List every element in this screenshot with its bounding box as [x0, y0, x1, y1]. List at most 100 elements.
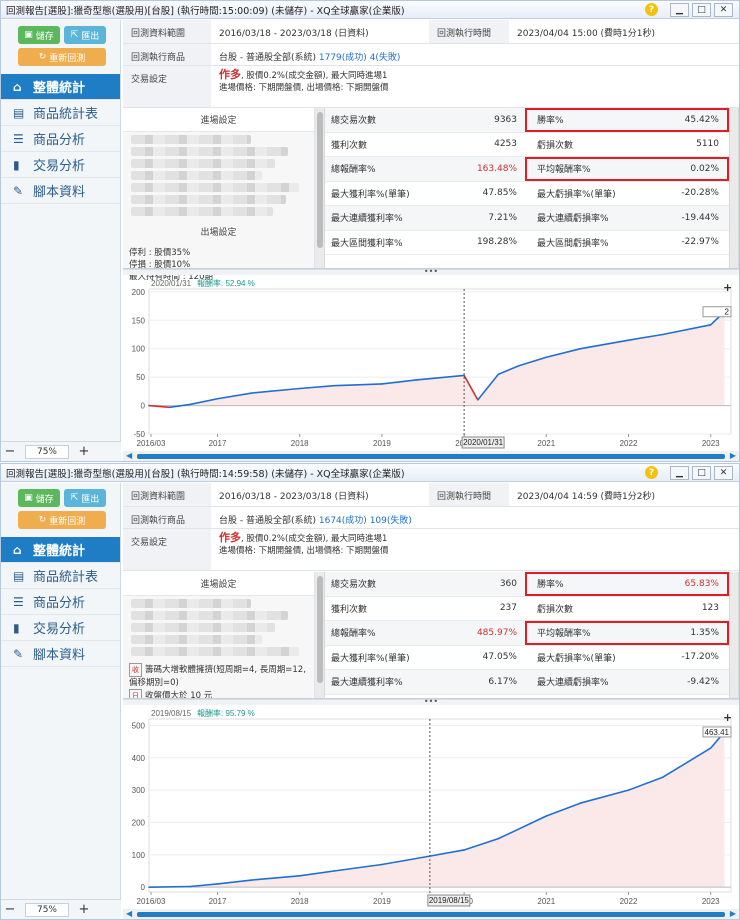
scroll-thumb[interactable]: [317, 112, 323, 248]
nav-product-analysis[interactable]: ☰ 商品分析: [1, 589, 120, 615]
range-label: 回測資料範圍: [123, 483, 211, 506]
close-button[interactable]: ✕: [714, 2, 733, 17]
nav-trade-analysis[interactable]: ▮ 交易分析: [1, 615, 120, 641]
stat-value-total_return: 485.97%: [476, 627, 517, 638]
nav-product-analysis[interactable]: ☰ 商品分析: [1, 126, 120, 152]
crosshair-return-label: 報酬率: 52.94 %: [197, 278, 255, 288]
stat-label-total_return: 總報酬率%: [331, 629, 376, 640]
nav-overall-stats[interactable]: ⌂ 整體統計: [1, 74, 120, 100]
entry-condition: 收籌碼大增軟體擁擠(短周期=4, 長周期=12, 偏移期別=0): [129, 663, 306, 688]
minimize-button[interactable]: ▁: [670, 2, 689, 17]
range-value: 2016/03/18 - 2023/03/18 (日資料): [219, 29, 369, 39]
products-fail[interactable]: 109(失敗): [370, 516, 412, 526]
stat-value-win_count: 4253: [494, 139, 517, 150]
setup-scrollbar[interactable]: [315, 572, 325, 698]
maximize-button[interactable]: □: [692, 465, 711, 480]
save-button[interactable]: ▣ 儲存: [18, 489, 60, 507]
window-titlebar: 回測報告[選股]:獵奇型態(選股用)[台股] (執行時間:15:00:09) (…: [1, 1, 739, 19]
zoom-in-button[interactable]: +: [75, 444, 93, 459]
zoom-out-button[interactable]: −: [1, 902, 19, 917]
nav-trade-analysis[interactable]: ▮ 交易分析: [1, 152, 120, 178]
stat-value-max_consec_loss: -19.44%: [681, 212, 719, 223]
entry-settings-header: 進場設定: [123, 572, 314, 596]
x-tick-label: 2022: [620, 439, 638, 448]
setup-scrollbar[interactable]: [315, 108, 325, 268]
trade-settings-label: 交易設定: [123, 529, 211, 570]
scroll-right-icon[interactable]: ▶: [730, 909, 736, 918]
stat-label-win_count: 獲利次數: [331, 140, 368, 151]
rerun-button[interactable]: ↻ 重新回測: [18, 511, 106, 529]
products-success[interactable]: 1674(成功): [319, 516, 367, 526]
refresh-icon: ↻: [38, 515, 50, 525]
scroll-thumb[interactable]: [137, 912, 725, 917]
x-tick-label: 2018: [291, 439, 309, 448]
rerun-button[interactable]: ↻ 重新回測: [18, 48, 106, 66]
stat-label-max_loss_single: 最大虧損率%(單筆): [537, 189, 616, 200]
sidebar-nav: ⌂ 整體統計 ▤ 商品統計表 ☰ 商品分析 ▮ 交易分析 ✎ 腳本資料: [1, 74, 120, 204]
stat-cell-max_consec_loss: 最大連續虧損率% -9.42%: [525, 670, 729, 694]
exec-time-value: 2023/04/04 15:00 (費時1分1秒): [517, 29, 656, 39]
stat-label-total_trades: 總交易次數: [331, 580, 377, 591]
data-point: [250, 392, 253, 394]
zoom-plus-icon[interactable]: +: [723, 711, 732, 724]
zoom-plus-icon[interactable]: +: [723, 281, 732, 294]
stat-label-max_interval_win: 最大區間獲利率%: [331, 238, 403, 249]
data-point: [709, 324, 712, 326]
zoom-in-button[interactable]: +: [75, 902, 93, 917]
nav-script-info[interactable]: ✎ 腳本資料: [1, 641, 120, 667]
y-tick-label: 100: [132, 345, 146, 354]
export-icon: ⇱: [70, 493, 82, 503]
scroll-thumb[interactable]: [317, 576, 323, 684]
scroll-thumb[interactable]: [137, 454, 725, 459]
x-tick-label: 2021: [537, 439, 555, 448]
condition-tag: 收: [129, 663, 142, 677]
trade-settings-label: 交易設定: [123, 66, 211, 107]
products-success[interactable]: 1779(成功): [319, 53, 367, 63]
chart-hscrollbar[interactable]: ◀ ▶: [123, 451, 739, 461]
data-point: [381, 863, 383, 866]
stats-table: 總交易次數 9363 勝率% 45.42% 獲利次數 4253 虧損次數 5110 總報酬率% 1…: [325, 108, 729, 268]
maximize-button[interactable]: □: [692, 2, 711, 17]
redacted-condition: [131, 611, 288, 620]
data-point: [148, 886, 150, 888]
stats-scrollbar[interactable]: [729, 108, 739, 268]
strategy-setup: 進場設定收籌碼大增軟體擁擠(短周期=4, 長周期=12, 偏移期別=0) 日收盤價…: [123, 572, 315, 703]
sidebar: ▣ 儲存 ⇱ 匯出 ↻ 重新回測 ⌂ 整體統計 ▤ 商品統計表 ☰ 商品分析 ▮ 交易分…: [1, 20, 121, 461]
nav-script-info[interactable]: ✎ 腳本資料: [1, 178, 120, 204]
scroll-left-icon[interactable]: ◀: [126, 451, 132, 460]
minimize-button[interactable]: ▁: [670, 465, 689, 480]
export-button[interactable]: ⇱ 匯出: [64, 489, 106, 507]
data-point: [250, 879, 253, 881]
close-button[interactable]: ✕: [714, 465, 733, 480]
x-tick-label: 2016/03: [137, 439, 166, 448]
products-fail[interactable]: 4(失敗): [370, 53, 401, 63]
stat-label-avg_return: 平均報酬率%: [537, 629, 591, 640]
save-button[interactable]: ▣ 儲存: [18, 26, 60, 44]
zoom-level[interactable]: 75%: [25, 444, 69, 459]
export-button[interactable]: ⇱ 匯出: [64, 26, 106, 44]
sidebar: ▣ 儲存 ⇱ 匯出 ↻ 重新回測 ⌂ 整體統計 ▤ 商品統計表 ☰ 商品分析 ▮ 交易分…: [1, 483, 121, 919]
scroll-left-icon[interactable]: ◀: [126, 909, 132, 918]
help-icon[interactable]: ?: [645, 3, 658, 16]
data-point: [545, 356, 548, 359]
stat-label-max_win_single: 最大獲利率%(單筆): [331, 653, 410, 664]
stats-scrollbar[interactable]: [729, 572, 739, 698]
nav-product-stats[interactable]: ▤ 商品統計表: [1, 100, 120, 126]
stat-cell-max_consec_loss: 最大連續虧損率% -19.44%: [525, 206, 729, 230]
x-tick-label: 2016/03: [137, 897, 166, 906]
settings-and-stats: 進場設定 出場設定 停利 : 股價35% 停損 : 股價10% 最大持有時間 : 120…: [123, 108, 739, 282]
help-icon[interactable]: ?: [645, 466, 658, 479]
backtest-window-1: 回測報告[選股]:獵奇型態(選股用)[台股] (執行時間:15:00:09) (…: [0, 0, 740, 462]
zoom-out-button[interactable]: −: [1, 444, 19, 459]
stat-label-max_interval_loss: 最大區間虧損率%: [537, 238, 609, 249]
nav-overall-stats[interactable]: ⌂ 整體統計: [1, 537, 120, 563]
x-tick-label: 2017: [209, 439, 227, 448]
chart-hscrollbar[interactable]: ◀ ▶: [123, 909, 739, 919]
zoom-level[interactable]: 75%: [25, 902, 69, 917]
table-icon: ▤: [13, 105, 25, 120]
redacted-condition: [131, 147, 288, 156]
nav-product-stats[interactable]: ▤ 商品統計表: [1, 563, 120, 589]
redacted-condition: [131, 195, 286, 204]
scroll-right-icon[interactable]: ▶: [730, 451, 736, 460]
stat-cell-avg_return: 平均報酬率% 1.35%: [525, 621, 729, 645]
